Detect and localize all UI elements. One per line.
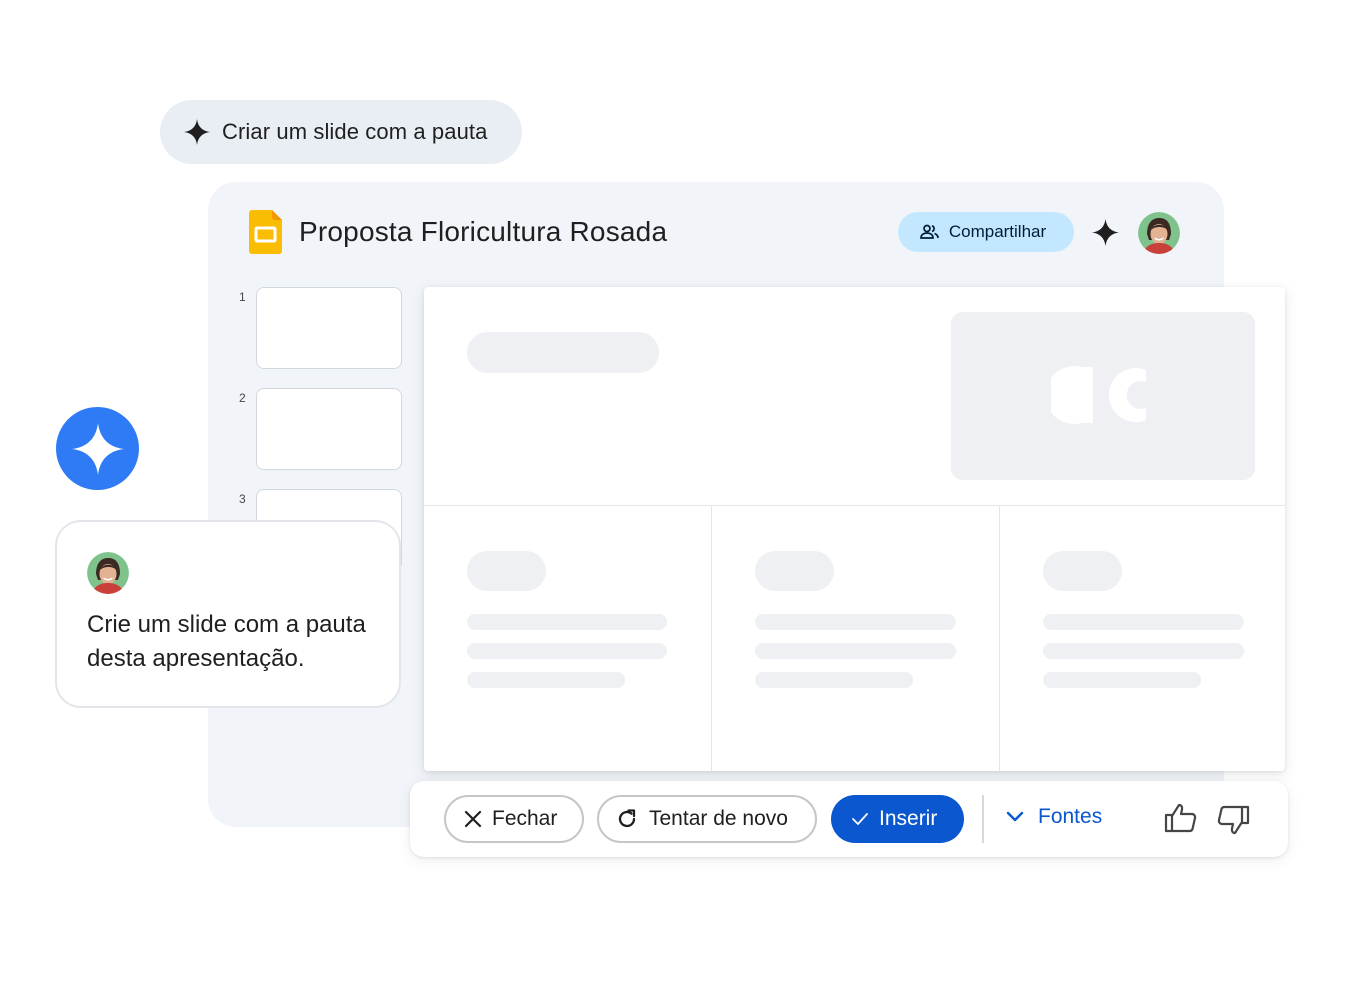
- chat-message-bubble: Crie um slide com a pauta desta apresent…: [55, 520, 401, 708]
- check-icon: [851, 812, 869, 826]
- heading-placeholder: [755, 551, 834, 591]
- slide-thumbnail-1[interactable]: [256, 287, 402, 369]
- text-line-placeholder: [467, 614, 667, 630]
- refresh-icon: [615, 807, 639, 831]
- text-line-placeholder: [1043, 643, 1244, 659]
- text-line-placeholder: [755, 643, 956, 659]
- thumbnail-number: 3: [239, 492, 246, 506]
- thumbs-up-icon[interactable]: [1164, 802, 1198, 834]
- heading-placeholder: [1043, 551, 1122, 591]
- text-line-placeholder: [755, 614, 956, 630]
- retry-button-label: Tentar de novo: [649, 807, 788, 830]
- user-avatar: [87, 552, 129, 594]
- action-bar: Fechar Tentar de novo Inserir Fontes: [410, 781, 1288, 857]
- gemini-icon[interactable]: [56, 407, 139, 490]
- text-line-placeholder: [1043, 614, 1244, 630]
- people-icon: [919, 224, 939, 240]
- insert-button[interactable]: Inserir: [831, 795, 964, 843]
- thumbnail-number: 1: [239, 290, 246, 304]
- document-title: Proposta Floricultura Rosada: [299, 216, 668, 247]
- thumbnail-number: 2: [239, 391, 246, 405]
- prompt-chip-label: Criar um slide com a pauta: [222, 119, 488, 144]
- section-divider: [424, 505, 1285, 506]
- close-button[interactable]: Fechar: [444, 795, 584, 843]
- sparkle-icon: [184, 119, 210, 145]
- thumbs-down-icon[interactable]: [1216, 804, 1250, 836]
- share-button-label: Compartilhar: [948, 222, 1047, 241]
- image-placeholder: [951, 312, 1255, 480]
- title-placeholder: [467, 332, 659, 373]
- insert-button-label: Inserir: [879, 807, 938, 830]
- chat-message-text: Crie um slide com a pauta desta apresent…: [87, 611, 366, 672]
- sources-label: Fontes: [1038, 805, 1103, 828]
- sources-toggle[interactable]: Fontes: [1006, 805, 1102, 829]
- toolbar-divider: [982, 795, 984, 843]
- prompt-suggestion-chip[interactable]: Criar um slide com a pauta: [160, 100, 522, 164]
- user-avatar[interactable]: [1138, 212, 1180, 254]
- text-line-placeholder: [755, 672, 913, 688]
- share-button[interactable]: Compartilhar: [898, 212, 1074, 252]
- text-line-placeholder: [467, 643, 667, 659]
- google-slides-icon: [249, 210, 282, 259]
- close-icon: [464, 810, 482, 828]
- text-line-placeholder: [467, 672, 625, 688]
- heading-placeholder: [467, 551, 546, 591]
- slide-preview: [424, 287, 1285, 771]
- retry-button[interactable]: Tentar de novo: [597, 795, 817, 843]
- close-button-label: Fechar: [492, 807, 558, 830]
- chevron-down-icon: [1006, 811, 1024, 823]
- gemini-sparkle-icon[interactable]: [1092, 219, 1119, 246]
- column-divider: [999, 505, 1000, 771]
- text-line-placeholder: [1043, 672, 1201, 688]
- slide-thumbnail-2[interactable]: [256, 388, 402, 470]
- column-divider: [711, 505, 712, 771]
